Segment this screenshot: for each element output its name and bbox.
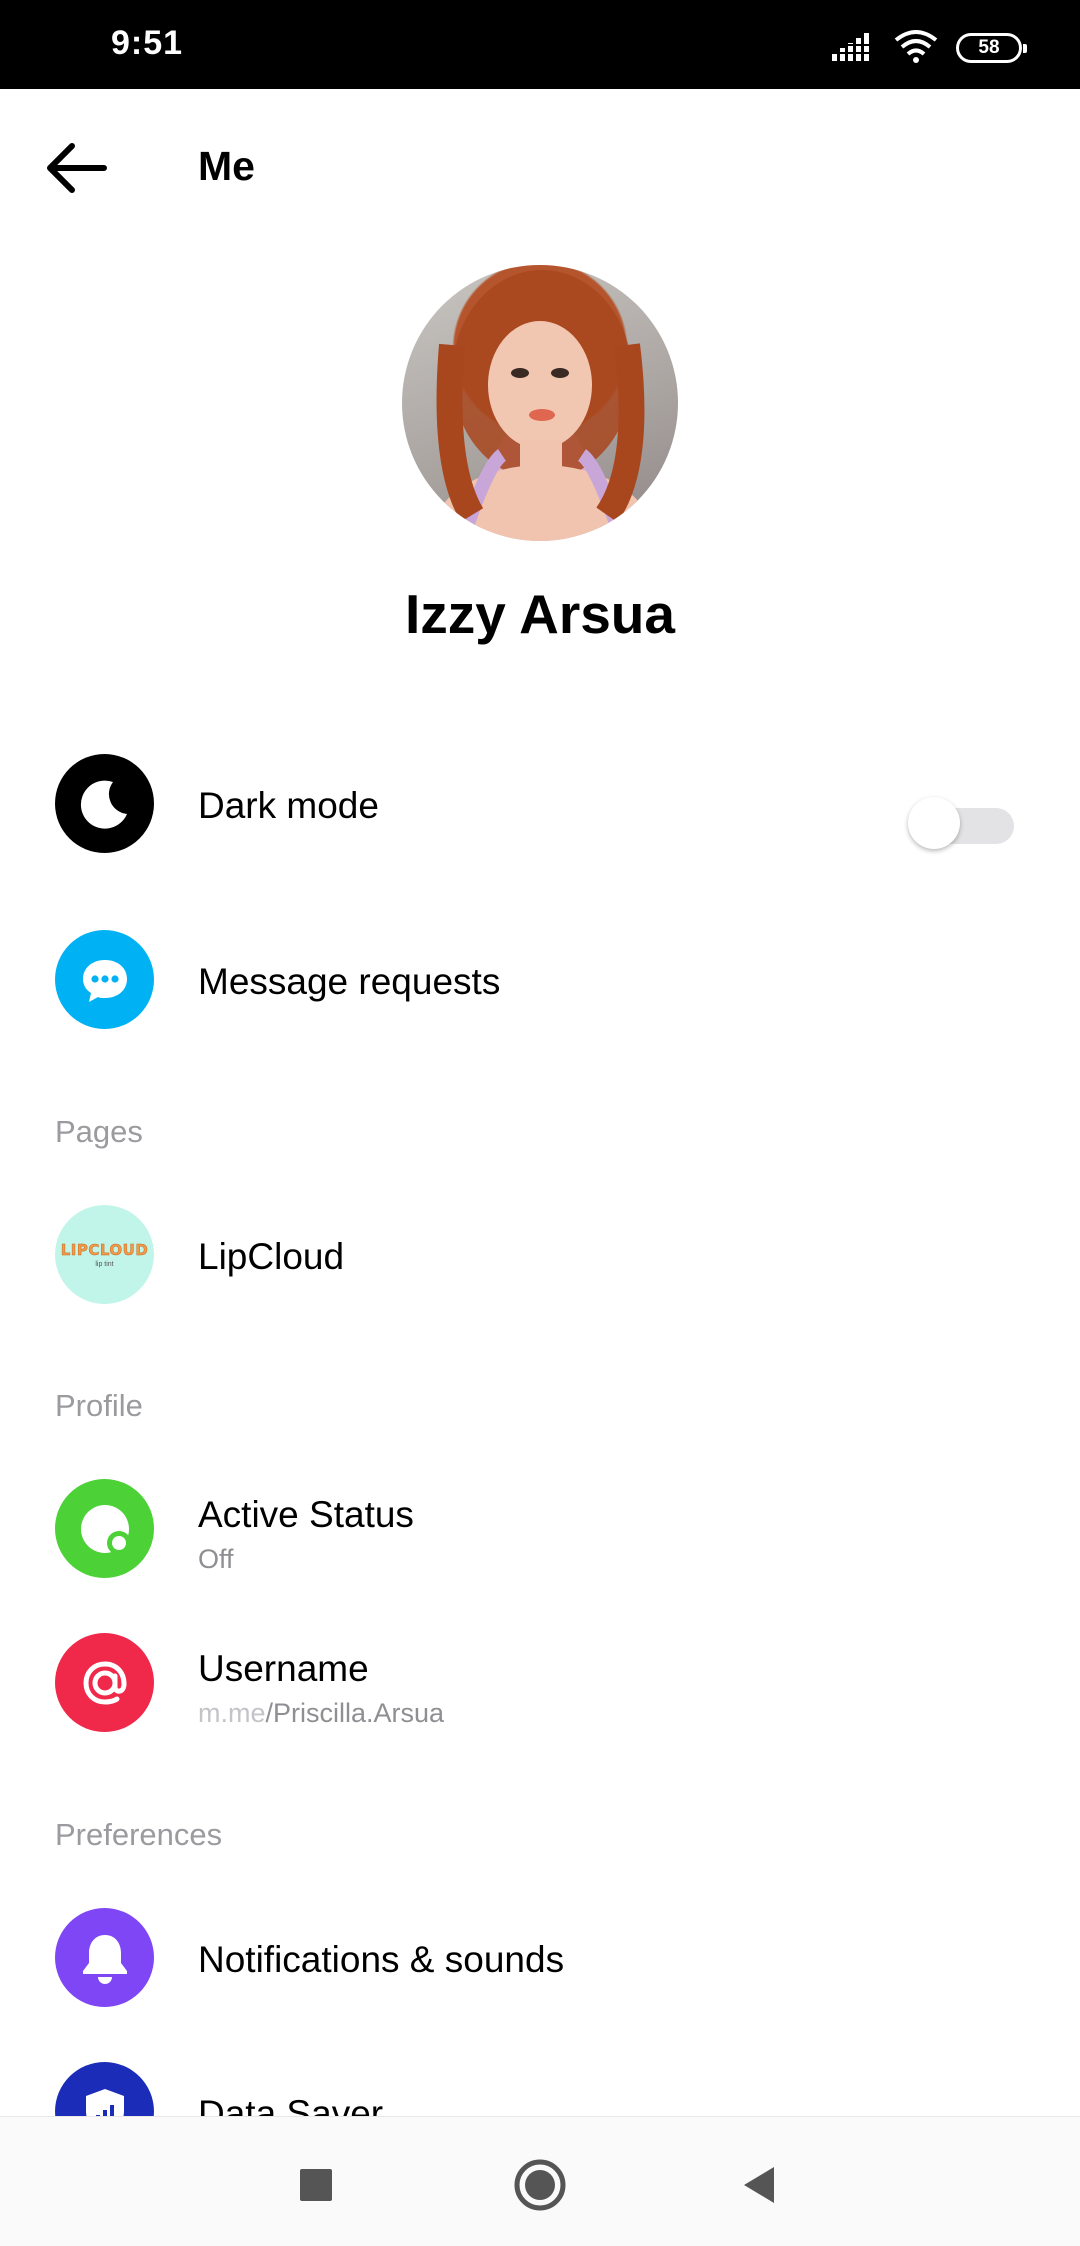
recent-apps-icon bbox=[298, 2167, 334, 2208]
section-header-preferences: Preferences bbox=[55, 1817, 223, 1852]
username-path: /Priscilla.Arsua bbox=[265, 1698, 445, 1728]
home-icon bbox=[513, 2158, 567, 2217]
bell-icon bbox=[55, 1908, 154, 2007]
lipcloud-logo: LIPCLOUD lip tint bbox=[55, 1205, 154, 1304]
page-item-lipcloud[interactable]: LIPCLOUD lip tint LipCloud bbox=[0, 1192, 1080, 1322]
back-button[interactable] bbox=[40, 134, 112, 206]
active-status-icon bbox=[55, 1479, 154, 1578]
username-value: m.me/Priscilla.Arsua bbox=[198, 1698, 444, 1729]
username-label: Username bbox=[198, 1648, 369, 1689]
chat-bubble-icon bbox=[55, 930, 154, 1029]
avatar-image bbox=[432, 270, 652, 541]
active-status-row[interactable]: Active Status Off bbox=[0, 1466, 1080, 1596]
dark-mode-row[interactable]: Dark mode bbox=[0, 741, 1080, 871]
recent-apps-button[interactable] bbox=[266, 2137, 366, 2237]
system-nav-bar bbox=[0, 2116, 1080, 2246]
active-status-value: Off bbox=[198, 1544, 234, 1574]
lipcloud-logo-subtext: lip tint bbox=[95, 1261, 114, 1268]
dark-mode-toggle[interactable] bbox=[908, 793, 1018, 849]
toggle-knob bbox=[908, 797, 960, 849]
notifications-row[interactable]: Notifications & sounds bbox=[0, 1895, 1080, 2025]
username-row[interactable]: Username m.me/Priscilla.Arsua bbox=[0, 1620, 1080, 1750]
profile-name: Izzy Arsua bbox=[404, 583, 675, 645]
battery-icon: 58 bbox=[956, 33, 1027, 63]
status-bar: 9:51 58 bbox=[0, 0, 1080, 89]
dark-mode-label: Dark mode bbox=[198, 785, 379, 826]
lipcloud-logo-text: LIPCLOUD bbox=[60, 1241, 149, 1260]
notifications-label: Notifications & sounds bbox=[198, 1939, 565, 1980]
me-screen: 9:51 58 Me Izzy Arsua Dark mode Message … bbox=[0, 0, 1080, 2246]
lipcloud-label: LipCloud bbox=[198, 1236, 345, 1277]
username-prefix: m.me bbox=[198, 1698, 266, 1728]
at-sign-icon bbox=[55, 1633, 154, 1732]
wifi-icon bbox=[894, 29, 938, 68]
section-header-profile: Profile bbox=[55, 1388, 143, 1423]
section-header-pages: Pages bbox=[55, 1114, 143, 1149]
header: Me bbox=[0, 89, 1080, 246]
message-requests-label: Message requests bbox=[198, 961, 501, 1002]
signal-icon bbox=[832, 31, 876, 66]
active-status-label: Active Status bbox=[198, 1494, 414, 1535]
avatar[interactable] bbox=[402, 265, 678, 541]
arrow-left-icon bbox=[44, 140, 108, 201]
page-title: Me bbox=[198, 143, 255, 189]
status-icons: 58 bbox=[832, 28, 1027, 68]
back-icon bbox=[740, 2165, 780, 2210]
home-button[interactable] bbox=[490, 2137, 590, 2237]
status-time: 9:51 bbox=[111, 24, 184, 62]
system-back-button[interactable] bbox=[710, 2137, 810, 2237]
message-requests-row[interactable]: Message requests bbox=[0, 917, 1080, 1047]
moon-icon bbox=[55, 754, 154, 853]
